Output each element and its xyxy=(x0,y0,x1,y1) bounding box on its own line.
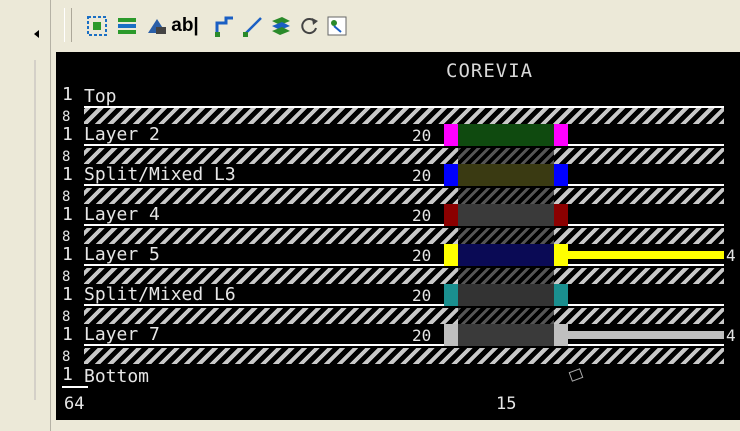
layer-prefix: 1 xyxy=(62,244,73,265)
via-barrel-segment xyxy=(458,204,554,226)
text-tool-label: ab| xyxy=(171,15,199,36)
trace-end-value: 4 xyxy=(726,326,736,345)
route-icon[interactable] xyxy=(212,12,238,40)
dielectric-layer xyxy=(84,348,724,364)
layer-prefix: 1 xyxy=(62,284,73,305)
via-drill-hatch xyxy=(458,148,554,164)
layer-name-split-mixed-l6: Split/Mixed L6 xyxy=(84,284,236,305)
properties-icon[interactable] xyxy=(324,12,350,40)
via-pad-left xyxy=(444,204,458,226)
layer-stack-canvas[interactable]: COREVIA 1 Top 8 1 Layer 2 20 8 1 Split/M… xyxy=(56,52,740,420)
dielectric-layer xyxy=(84,188,458,204)
layer-line-layer-7 xyxy=(84,344,724,346)
via-pad-left xyxy=(444,164,458,186)
footer-left-value: 64 xyxy=(64,394,85,414)
layer-line-layer-5 xyxy=(84,264,724,266)
dielectric-layer xyxy=(554,268,724,284)
left-pane xyxy=(0,0,51,431)
via-drill-hatch xyxy=(458,268,554,284)
layer-width-value: 20 xyxy=(412,246,432,265)
via-pad-right xyxy=(554,244,568,266)
dielectric-layer xyxy=(84,228,458,244)
bottom-marker-line xyxy=(62,386,88,388)
via-name-title: COREVIA xyxy=(446,60,534,82)
layer-width-value: 20 xyxy=(412,326,432,345)
dielectric-layer xyxy=(554,308,724,324)
dielectric-layer xyxy=(554,188,724,204)
layer-line-split-mixed-l3 xyxy=(84,184,724,186)
layer-prefix: 1 xyxy=(62,124,73,145)
via-drill-hatch xyxy=(458,228,554,244)
refresh-icon[interactable] xyxy=(296,12,322,40)
layer-prefix: 1 xyxy=(62,204,73,225)
layer-prefix: 1 xyxy=(62,324,73,345)
via-barrel-segment xyxy=(458,244,554,266)
select-net-icon[interactable] xyxy=(84,12,110,40)
via-barrel-segment xyxy=(458,124,554,146)
via-pad-left xyxy=(444,284,458,306)
via-pad-right xyxy=(554,164,568,186)
via-drill-hatch xyxy=(458,188,554,204)
left-pane-divider xyxy=(34,60,36,400)
layer-name-layer-2: Layer 2 xyxy=(84,124,160,145)
via-drill-hatch xyxy=(458,308,554,324)
toolbar: ab| xyxy=(56,4,740,48)
trace-stub xyxy=(568,331,724,339)
via-barrel-segment xyxy=(458,324,554,346)
layer-width-value: 20 xyxy=(412,206,432,225)
layer-prefix: 1 xyxy=(62,164,73,185)
layer-name-split-mixed-l3: Split/Mixed L3 xyxy=(84,164,236,185)
layer-line-split-mixed-l6 xyxy=(84,304,724,306)
cursor-marker-icon xyxy=(568,368,584,382)
dielectric-layer xyxy=(84,308,458,324)
via-pad-right xyxy=(554,284,568,306)
layer-line-layer-4 xyxy=(84,224,724,226)
layer-name-layer-5: Layer 5 xyxy=(84,244,160,265)
text-icon[interactable]: ab| xyxy=(171,12,199,40)
layer-name-top: Top xyxy=(84,86,117,107)
via-pad-right xyxy=(554,124,568,146)
layer-prefix: 1 xyxy=(62,84,73,105)
layer-line-layer-2 xyxy=(84,144,724,146)
layer-name-layer-7: Layer 7 xyxy=(84,324,160,345)
layer-width-value: 20 xyxy=(412,166,432,185)
via-pad-right xyxy=(554,324,568,346)
via-pad-left xyxy=(444,244,458,266)
via-pad-left xyxy=(444,124,458,146)
via-barrel-segment xyxy=(458,284,554,306)
collapse-arrow-icon[interactable] xyxy=(34,30,39,38)
line-icon[interactable] xyxy=(240,12,266,40)
layer-prefix: 1 xyxy=(62,364,73,385)
footer-center-value: 15 xyxy=(496,394,517,414)
via-pad-right xyxy=(554,204,568,226)
dielectric-layer xyxy=(554,148,724,164)
trace-end-value: 4 xyxy=(726,246,736,265)
via-icon[interactable] xyxy=(144,12,170,40)
layer-name-layer-4: Layer 4 xyxy=(84,204,160,225)
layer-width-value: 20 xyxy=(412,286,432,305)
via-barrel-segment xyxy=(458,164,554,186)
layer-name-bottom: Bottom xyxy=(84,366,150,387)
layers-icon[interactable] xyxy=(114,12,140,40)
stack-icon[interactable] xyxy=(268,12,294,40)
dielectric-layer xyxy=(84,268,458,284)
layer-width-value: 20 xyxy=(412,126,432,145)
dielectric-layer xyxy=(84,148,458,164)
toolbar-grip[interactable] xyxy=(64,8,72,42)
via-pad-left xyxy=(444,324,458,346)
dielectric-layer xyxy=(554,228,724,244)
dielectric-layer xyxy=(84,108,724,124)
trace-stub xyxy=(568,251,724,259)
